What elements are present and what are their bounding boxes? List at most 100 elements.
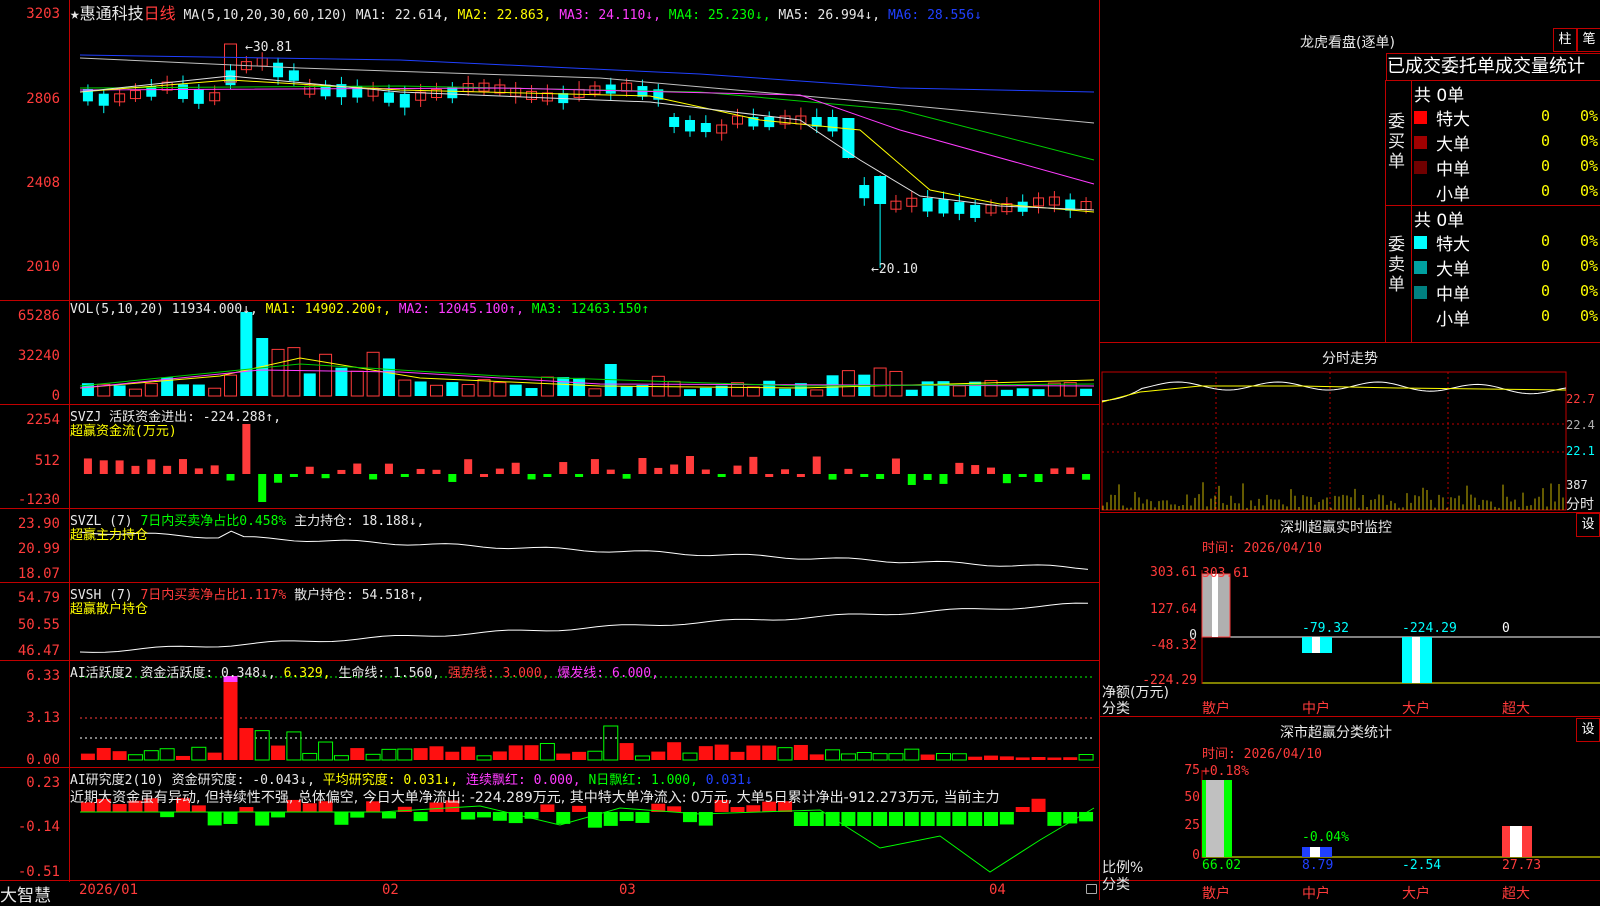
volume-bar	[192, 384, 205, 396]
research-bar	[239, 807, 254, 812]
buy-row-pct: 0%	[1579, 157, 1598, 175]
classify-bar-highlight	[1310, 847, 1320, 857]
filled-orders-tab[interactable]: 已成交委托单成交量统计	[1386, 53, 1600, 81]
activity-bar	[746, 745, 761, 760]
candle-body	[874, 176, 887, 204]
activity-bar	[698, 746, 713, 760]
period-label[interactable]: 日线	[144, 4, 176, 23]
volume-bar	[461, 384, 475, 397]
svsh-axis-label: 50.55	[17, 617, 60, 633]
volume-bar	[208, 387, 222, 397]
money-flow-bar	[495, 468, 504, 474]
money-flow-bar	[749, 456, 758, 474]
tick-mode-button[interactable]: 笔	[1577, 28, 1600, 52]
vol-ma2: MA2: 12045.100↑,	[398, 302, 524, 317]
ma5-value: MA5: 26.994↓,	[778, 8, 881, 23]
research-bar	[587, 812, 602, 828]
volume-bar	[873, 367, 887, 397]
ma1-value: MA1: 22.614,	[355, 8, 450, 23]
money-flow-bar	[416, 468, 425, 474]
monitor-bar-value: 0	[1502, 621, 1510, 636]
research-bar	[556, 812, 571, 824]
activity-bar	[96, 747, 111, 760]
candle-body	[399, 93, 410, 108]
monitor-bar-highlight	[1312, 637, 1320, 653]
ai-activity-axis-label: 3.13	[26, 710, 60, 726]
svzl-axis-label: 23.90	[17, 516, 60, 532]
vol-ma1: MA1: 14902.200↑,	[265, 302, 391, 317]
activity-bar	[271, 745, 286, 760]
research-bar	[857, 812, 872, 826]
ai-activity-value: 资金活跃度: 0.348↓,	[140, 666, 276, 681]
lock-icon[interactable]	[1086, 884, 1097, 894]
classify-category-label: 超大	[1502, 886, 1530, 902]
activity-bar	[935, 753, 951, 761]
money-flow-bar	[511, 462, 520, 474]
intraday-price-line	[1101, 381, 1567, 402]
activity-bar	[730, 751, 745, 760]
activity-bar	[556, 753, 571, 760]
date-label: 2026/01	[79, 882, 139, 898]
money-flow-bar	[527, 474, 536, 480]
svzj-axis-label: 2254	[26, 412, 60, 428]
activity-bar	[777, 747, 793, 761]
activity-bar	[651, 751, 666, 760]
volume-bar	[303, 373, 316, 396]
activity-bar	[429, 746, 444, 760]
price-axis-label: 3203	[26, 6, 60, 22]
research-bar	[255, 812, 270, 826]
activity-bar	[984, 755, 999, 760]
money-flow-bar	[590, 459, 599, 474]
volume-bar	[224, 374, 238, 397]
money-flow-bar	[432, 469, 441, 474]
buy-row-name: 特大	[1436, 110, 1470, 130]
favorite-star-icon[interactable]: ★	[70, 4, 80, 23]
volume-bar	[398, 379, 412, 397]
money-flow-bar	[115, 460, 124, 474]
money-flow-bar	[147, 459, 156, 474]
monitor-title: 深圳超赢实时监控	[1280, 520, 1392, 536]
vol-axis-label: 32240	[17, 348, 60, 364]
ai-activity-value2: 6.329,	[283, 666, 331, 681]
money-flow-bar	[575, 474, 584, 477]
monitor-category-label: 散户	[1202, 701, 1230, 717]
separator	[1411, 80, 1412, 342]
volume-bar	[699, 387, 712, 396]
ai-research-axis-label: -0.51	[17, 864, 60, 880]
money-flow-bar	[670, 464, 679, 474]
research-bar	[999, 812, 1014, 825]
vol-ma3: MA3: 12463.150↑	[531, 302, 650, 317]
kline-chart-canvas[interactable]	[0, 0, 1600, 900]
activity-bar	[112, 751, 127, 760]
monitor-settings-button[interactable]: 设	[1576, 513, 1600, 537]
classify-settings-button[interactable]: 设	[1576, 718, 1600, 742]
ma-label: MA(5,10,20,30,60,120)	[183, 8, 348, 23]
money-flow-bar	[891, 458, 900, 474]
bar-mode-button[interactable]: 柱	[1553, 28, 1577, 52]
activity-bar	[762, 745, 777, 760]
ma1-line	[79, 75, 1095, 211]
volume-bar	[573, 377, 586, 396]
volume-bar	[525, 388, 538, 396]
volume-bar	[921, 381, 934, 396]
activity-bar	[968, 756, 983, 760]
buy-row-pct: 0%	[1579, 132, 1598, 150]
buy-row-name: 中单	[1436, 160, 1470, 180]
sell-color-swatch	[1414, 236, 1427, 249]
money-flow-bar	[337, 469, 346, 474]
svzj-axis-label: -1230	[17, 492, 60, 508]
research-bar	[413, 812, 428, 822]
volume-bar	[366, 351, 380, 397]
classify-bar-value: 8.79	[1302, 858, 1334, 873]
activity-bar	[365, 753, 381, 761]
strong-line-value: 强势线: 3.000,	[447, 666, 550, 681]
monitor-bar-highlight	[1412, 637, 1420, 683]
retail-line	[79, 602, 1089, 653]
ai-activity-axis-label: 6.33	[26, 668, 60, 684]
ai-activity-header: AI活跃度2 资金活跃度: 0.348↓, 6.329, 生命线: 1.560,…	[70, 662, 659, 681]
volume-bar	[429, 384, 443, 397]
research-bar	[809, 812, 824, 826]
lifeline-value: 生命线: 1.560,	[338, 666, 441, 681]
price-header: ★惠通科技日线 MA(5,10,20,30,60,120) MA1: 22.61…	[70, 0, 982, 24]
monitor-bar-value: 303.61	[1202, 566, 1249, 581]
